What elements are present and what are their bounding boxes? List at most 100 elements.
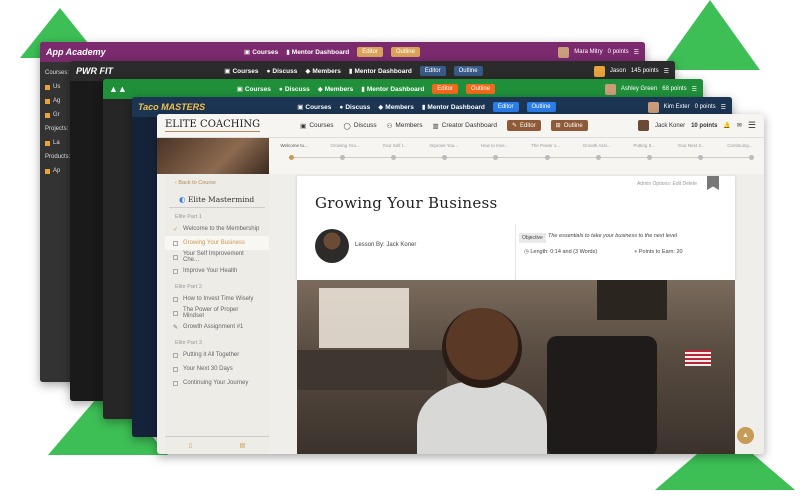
menu-icon[interactable]: ☰ [634,49,639,56]
nav-discuss[interactable]: ● Discuss [266,68,297,75]
nav-mentor-dashboard[interactable]: ▮ Mentor Dashboard [361,85,424,94]
lesson-icon [173,268,178,274]
progress-step-label[interactable]: Your Next 3... [678,143,705,148]
nav-discuss[interactable]: ● Discuss [339,104,370,111]
editor-button[interactable]: Editor [419,66,446,76]
objective-tag: Objective [519,233,546,243]
lesson-item[interactable]: Your Self Improvement Che... [165,250,269,264]
lesson-item[interactable]: Continuing Your Journey [165,376,269,390]
lesson-video[interactable] [297,280,735,454]
progress-dot[interactable] [595,155,601,160]
progress-step-label[interactable]: Welcome to... [280,143,307,148]
user-name: Jason [609,68,626,74]
user-points: 10 points [691,122,718,129]
nav-courses[interactable]: ▣ Courses [224,67,258,76]
points-icon: ● [634,249,638,255]
editor-button[interactable]: Editor [357,47,383,57]
progress-dot[interactable] [340,155,346,160]
part-label[interactable]: Elite Part 3 [165,334,269,348]
pencil-icon: ✎ [173,324,179,331]
elite-coaching-window: ELITE COACHING ▣ Courses ◯ Discuss ⚇ Member… [157,114,764,454]
progress-step-label[interactable]: Growing You... [330,143,359,148]
avatar [604,83,616,95]
lesson-item[interactable]: Putting it All Together [165,348,269,362]
lesson-objective-panel: Objective The essentials to take your bu… [515,224,735,280]
outline-button[interactable]: ⊞ Outline [550,120,588,131]
nav-mentor-dashboard[interactable]: ▮ Mentor Dashboard [286,48,349,57]
sitemap-icon: ⊞ [555,123,561,129]
app-academy-logo: App Academy [46,46,106,57]
lesson-item-active[interactable]: Growing Your Business [165,236,269,250]
nav-courses[interactable]: ▣ Courses [300,122,333,130]
progress-dot[interactable] [748,155,754,160]
lesson-length: ◷ Length: 0:14 and (3 Words) [524,249,598,255]
nav-members[interactable]: ◆ Members [378,103,414,112]
taco-masters-logo: Taco MASTERS [138,101,206,112]
lesson-item[interactable]: How to Invest Time Wisely [165,292,269,306]
bookmark-icon[interactable] [707,176,719,190]
lesson-item[interactable]: Improve Your Health [165,264,269,278]
progress-dot[interactable] [544,155,550,160]
avatar [647,101,659,113]
triangle-decoration-top-right [660,0,760,70]
nav-mentor-dashboard[interactable]: ▮ Mentor Dashboard [349,67,412,76]
progress-step-label[interactable]: Continuing... [727,143,752,148]
part-label[interactable]: Elite Part 1 [165,208,269,222]
outline-button[interactable]: Outline [465,84,495,94]
nav-courses[interactable]: ▣ Courses [244,48,278,57]
progress-step-label[interactable]: Putting It... [633,143,655,148]
avatar[interactable] [638,120,650,131]
video-camera-scene [547,336,657,454]
taco-masters-sidebar [132,117,160,437]
progress-step-label[interactable]: Your Self I... [382,143,406,148]
lesson-points: ● Points to Earn: 20 [634,249,683,255]
nav-members[interactable]: ⚇ Members [387,122,423,130]
nav-members[interactable]: ◆ Members [305,67,341,76]
scroll-top-button[interactable]: ▲ [737,427,754,444]
progress-dot[interactable] [493,155,499,160]
clock-icon: ◷ [524,249,529,255]
nav-members[interactable]: ◆ Members [318,85,354,94]
progress-dot[interactable] [646,155,652,160]
nav-courses[interactable]: ▣ Courses [237,85,271,94]
editor-button[interactable]: Editor [432,84,458,94]
lesson-item[interactable]: ✎ Growth Assignment #1 [165,320,269,334]
courses-icon: ▣ [300,122,307,130]
progress-dot[interactable] [289,155,294,160]
nav-discuss[interactable]: ● Discuss [279,86,310,93]
progress-dot[interactable] [442,155,448,160]
outline-button[interactable]: Outline [453,66,483,76]
lesson-item[interactable]: Your Next 30 Days [165,362,269,376]
back-to-course-link[interactable]: ‹ Back to Course [165,174,269,192]
editor-button[interactable]: ✎ Editor [506,120,541,131]
nav-discuss[interactable]: ◯ Discuss [344,122,377,130]
menu-icon[interactable]: ☰ [664,68,669,75]
outline-button[interactable]: Outline [390,47,420,57]
lesson-item[interactable]: The Power of Proper Mindset [165,306,269,320]
prev-lesson-icon[interactable]: ▯ [189,442,192,449]
progress-dot[interactable] [391,155,397,160]
menu-icon[interactable]: ☰ [721,104,726,111]
progress-step-label[interactable]: The Power o... [531,143,560,148]
nav-mentor-dashboard[interactable]: ▮ Mentor Dashboard [422,103,485,112]
user-points: 145 points [630,68,659,74]
admin-options[interactable]: Admin Options: Edit Delete [637,181,697,187]
progress-step-label[interactable]: Improve You... [429,143,458,148]
inbox-icon[interactable]: ✉ [737,122,742,129]
editor-button[interactable]: Editor [492,102,519,112]
menu-icon[interactable]: ☰ [748,120,756,131]
progress-step-label[interactable]: Growth Assi... [583,143,611,148]
bell-icon[interactable]: 🔔 [723,122,730,129]
outline-button[interactable]: Outline [526,102,556,112]
elite-coaching-logo: ELITE COACHING [165,118,261,132]
nav-creator-dashboard[interactable]: ▥ Creator Dashboard [433,122,497,130]
part-label[interactable]: Elite Part 2 [165,278,269,292]
lesson-icon [173,380,178,386]
video-lamp-scene [597,280,667,320]
nav-courses[interactable]: ▣ Courses [297,103,331,112]
notes-icon[interactable]: ▤ [240,442,246,449]
progress-step-label[interactable]: How to Inve... [481,143,509,148]
menu-icon[interactable]: ☰ [692,86,697,93]
lesson-item[interactable]: ✓ Welcome to the Membership [165,222,269,236]
progress-dot[interactable] [697,155,703,160]
